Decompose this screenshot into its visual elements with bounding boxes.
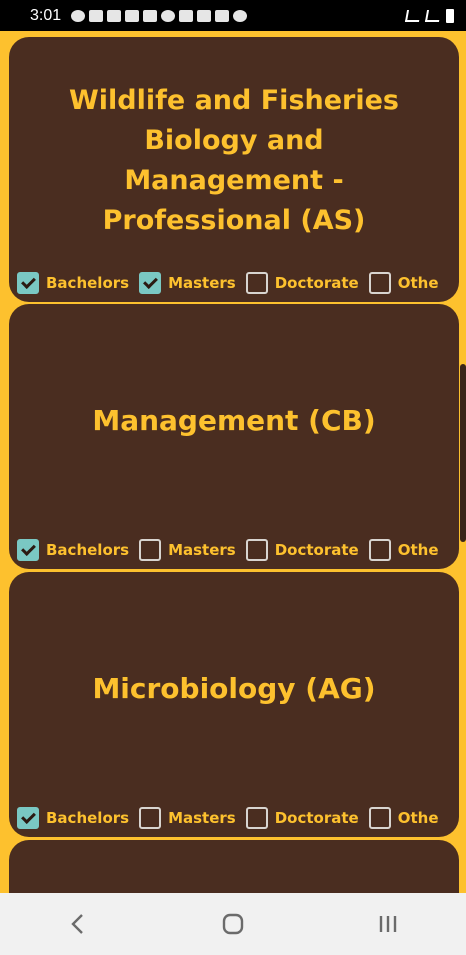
notification-icons: [71, 9, 248, 22]
recents-button[interactable]: [358, 904, 418, 944]
degree-label: Bachelors: [46, 809, 130, 827]
checkbox[interactable]: [245, 807, 268, 829]
degree-option-bachelors[interactable]: Bachelors: [17, 272, 129, 294]
degree-label: Bachelors: [46, 541, 130, 559]
degree-option-other[interactable]: Othe: [368, 539, 439, 561]
notification-icon: [161, 9, 176, 22]
mail-icon: [143, 9, 158, 22]
recents-icon: [380, 916, 397, 932]
degree-label: Othe: [397, 274, 439, 292]
degree-option-masters[interactable]: Masters: [139, 539, 236, 561]
status-bar: 3:01: [0, 0, 466, 31]
degree-option-doctorate[interactable]: Doctorate: [245, 272, 359, 294]
status-time: 3:01: [30, 6, 62, 24]
notification-icon: [215, 9, 230, 22]
degree-label: Othe: [397, 809, 439, 827]
checkbox[interactable]: [17, 539, 39, 561]
notification-icon: [233, 9, 248, 22]
degree-label: Masters: [168, 274, 236, 292]
degree-label: Doctorate: [274, 809, 359, 827]
checkbox[interactable]: [17, 272, 39, 294]
degree-option-bachelors[interactable]: Bachelors: [17, 807, 129, 829]
back-button[interactable]: [48, 904, 108, 944]
degree-label: Doctorate: [274, 541, 359, 559]
degree-label: Doctorate: [274, 274, 359, 292]
program-list[interactable]: Wildlife and Fisheries Biology and Manag…: [0, 31, 466, 893]
degree-option-masters[interactable]: Masters: [139, 272, 236, 294]
youtube-icon: [197, 9, 212, 22]
checkbox[interactable]: [368, 539, 391, 561]
checkbox[interactable]: [368, 272, 391, 294]
degree-option-other[interactable]: Othe: [368, 272, 439, 294]
checkbox[interactable]: [245, 539, 268, 561]
program-card[interactable]: Management (CB) Bachelors Masters Doctor…: [9, 304, 459, 569]
mail-icon: [107, 9, 122, 22]
checkbox[interactable]: [139, 539, 162, 561]
degree-options: Bachelors Masters Doctorate Othe: [17, 807, 459, 829]
program-title: Wildlife and Fisheries Biology and Manag…: [68, 85, 399, 236]
back-icon: [70, 914, 83, 934]
home-icon: [222, 913, 244, 935]
degree-label: Bachelors: [46, 274, 130, 292]
program-title: Microbiology (AG): [92, 672, 376, 705]
notification-icon: [71, 9, 86, 22]
home-button[interactable]: [203, 904, 263, 944]
wifi-icon: [404, 9, 422, 22]
mail-icon: [125, 9, 140, 22]
program-card[interactable]: Microbiology (AG) Bachelors Masters Doct…: [9, 572, 459, 837]
degree-option-doctorate[interactable]: Doctorate: [245, 807, 359, 829]
navigation-bar: [0, 893, 466, 955]
degree-option-doctorate[interactable]: Doctorate: [245, 539, 359, 561]
signal-icon: [424, 9, 442, 22]
degree-option-bachelors[interactable]: Bachelors: [17, 539, 129, 561]
degree-option-masters[interactable]: Masters: [139, 807, 236, 829]
battery-icon: [446, 8, 454, 23]
scrollbar[interactable]: [460, 364, 466, 542]
degree-label: Masters: [168, 541, 236, 559]
program-card[interactable]: [9, 840, 459, 893]
mail-icon: [179, 9, 194, 22]
checkbox[interactable]: [139, 807, 162, 829]
checkbox[interactable]: [139, 272, 162, 294]
checkbox[interactable]: [368, 807, 391, 829]
degree-label: Masters: [168, 809, 236, 827]
checkbox[interactable]: [17, 807, 39, 829]
program-card[interactable]: Wildlife and Fisheries Biology and Manag…: [9, 37, 459, 302]
notification-icon: [89, 9, 104, 22]
degree-options: Bachelors Masters Doctorate Othe: [17, 539, 459, 561]
degree-label: Othe: [397, 541, 439, 559]
program-title: Management (CB): [92, 404, 376, 437]
system-icons: [404, 8, 454, 23]
degree-options: Bachelors Masters Doctorate Othe: [17, 272, 459, 294]
degree-option-other[interactable]: Othe: [368, 807, 439, 829]
checkbox[interactable]: [245, 272, 268, 294]
